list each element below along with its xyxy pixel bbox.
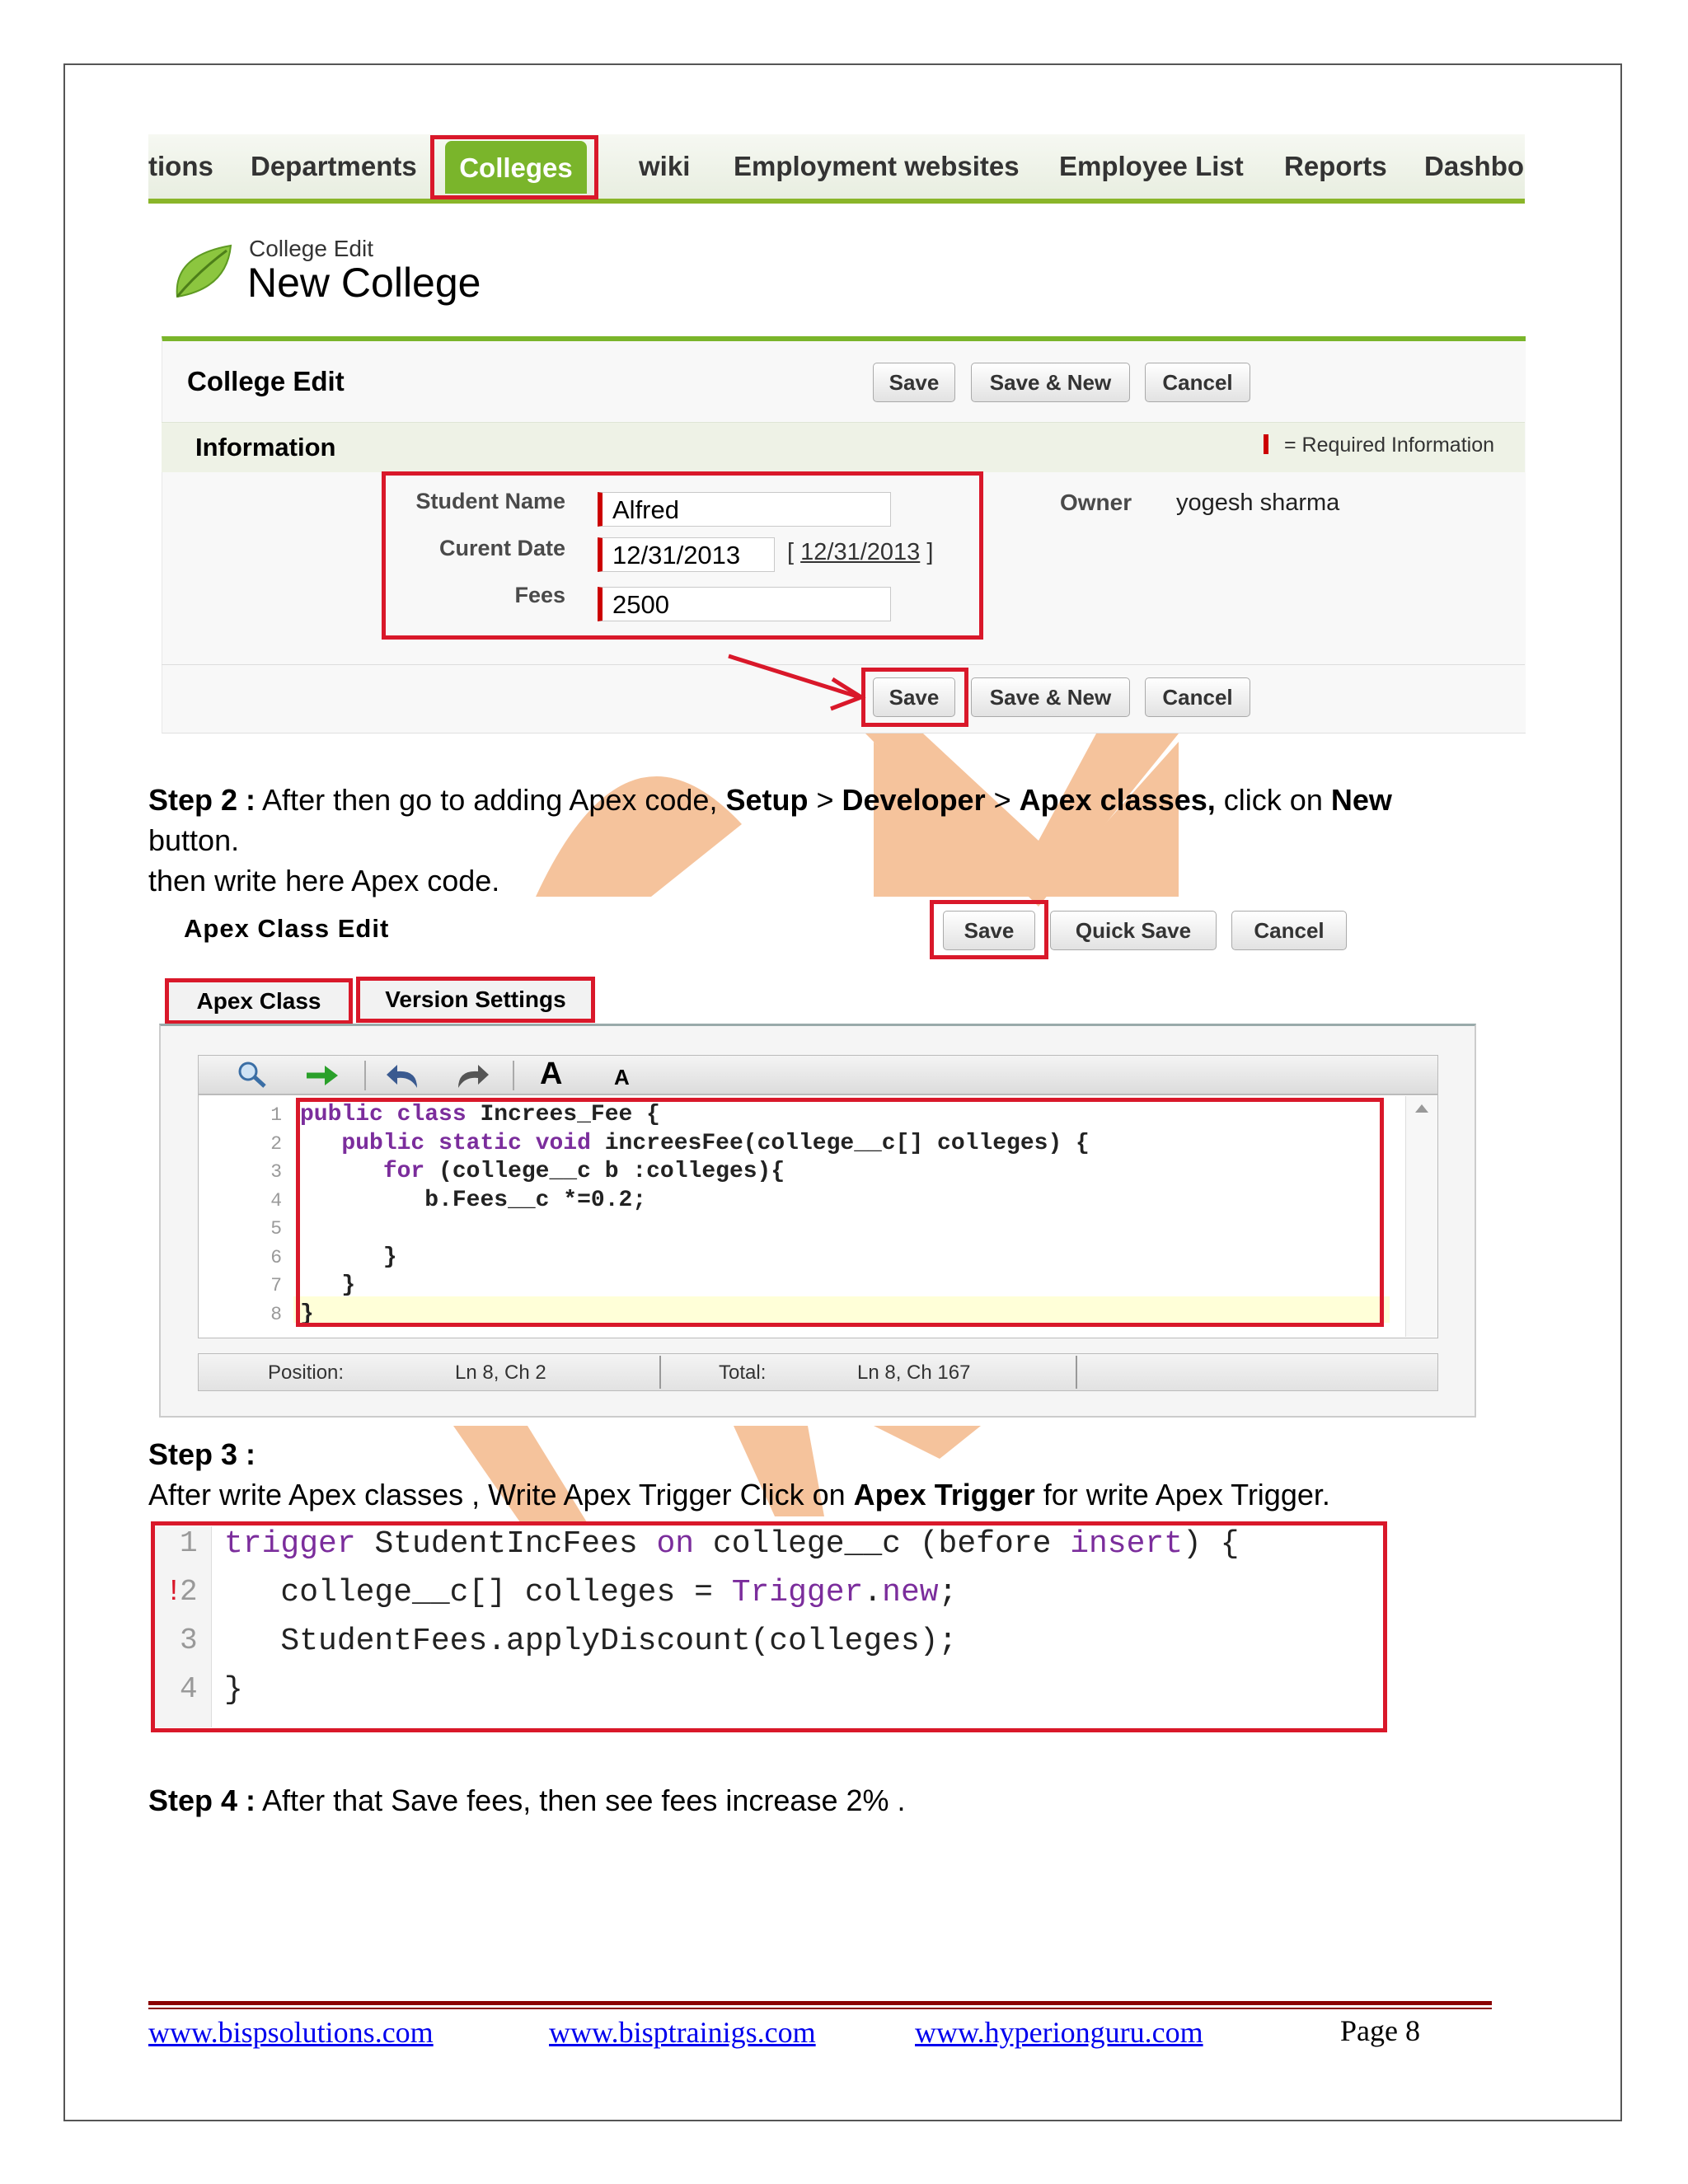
annotation-box-save: [861, 668, 968, 727]
quick-save-button[interactable]: Quick Save: [1050, 911, 1217, 950]
footer-rule-thin: [148, 2008, 1492, 2009]
redo-icon[interactable]: [452, 1060, 493, 1091]
page-number: Page 8: [1340, 2014, 1420, 2047]
total-value: Ln 8, Ch 167: [857, 1361, 971, 1384]
save-new-button-bottom[interactable]: Save & New: [971, 677, 1130, 717]
nav-tab-reports[interactable]: Reports: [1284, 151, 1387, 182]
code-line-number: 8: [270, 1303, 282, 1325]
required-marker: [1264, 434, 1268, 454]
annotation-box-colleges: [430, 135, 598, 199]
annotation-arrow: [728, 654, 866, 711]
cancel-button-top[interactable]: Cancel: [1145, 363, 1250, 402]
step4-paragraph: Step 4 : After that Save fees, then see …: [148, 1783, 906, 1817]
page-title: New College: [247, 260, 481, 306]
code-line-number: 6: [270, 1246, 282, 1268]
section-title: College Edit: [187, 366, 345, 396]
code-line-number: 3: [270, 1161, 282, 1183]
code-line-number: 7: [270, 1275, 282, 1296]
save-button-top[interactable]: Save: [873, 363, 955, 402]
font-increase-icon[interactable]: A: [540, 1057, 562, 1092]
required-info-text: = Required Information: [1284, 434, 1495, 457]
step2-paragraph: Step 2 : After then go to adding Apex co…: [148, 783, 1392, 898]
footer-link-bispsolutions[interactable]: www.bispsolutions.com: [148, 2015, 434, 2050]
annotation-box-apex-class-tab: [165, 978, 353, 1024]
editor-scrollbar[interactable]: [1405, 1096, 1437, 1337]
undo-icon[interactable]: [384, 1060, 425, 1091]
save-new-button-top[interactable]: Save & New: [971, 363, 1130, 402]
step3-label: Step 3 :: [148, 1437, 256, 1471]
annotation-box-code: [296, 1098, 1384, 1327]
code-line-number: 5: [270, 1218, 282, 1240]
nav-tab-wiki[interactable]: wiki: [639, 151, 690, 182]
scroll-up-icon[interactable]: [1406, 1096, 1437, 1121]
footer-link-bisptrainigs[interactable]: www.bisptrainigs.com: [549, 2015, 816, 2050]
nav-tab-employment-websites[interactable]: Employment websites: [734, 151, 1020, 182]
code-line-number: 2: [270, 1132, 282, 1155]
status-divider-2: [1076, 1356, 1077, 1389]
goto-arrow-icon[interactable]: [303, 1063, 341, 1088]
app-nav-tabs: tions Departments Colleges wiki Employme…: [148, 134, 1525, 204]
code-line-number: 4: [270, 1189, 282, 1212]
search-icon[interactable]: [235, 1060, 270, 1090]
annotation-box-apex-save: [930, 900, 1048, 959]
nav-tab-dashboards[interactable]: Dashbo: [1424, 151, 1524, 182]
code-line-number: 1: [270, 1104, 282, 1126]
apex-edit-title: Apex Class Edit: [184, 914, 390, 943]
editor-status-bar: [198, 1353, 1438, 1391]
owner-value: yogesh sharma: [1176, 490, 1340, 516]
owner-label: Owner: [1060, 490, 1132, 515]
annotation-box-fields: [382, 471, 983, 640]
step3-text: After write Apex classes , Write Apex Tr…: [148, 1478, 1330, 1511]
annotation-box-version-tab: [356, 977, 595, 1023]
position-value: Ln 8, Ch 2: [455, 1361, 546, 1384]
toolbar-divider-2: [513, 1061, 514, 1090]
apex-cancel-button[interactable]: Cancel: [1231, 911, 1347, 950]
font-decrease-icon[interactable]: A: [614, 1065, 630, 1090]
toolbar-divider: [364, 1061, 366, 1090]
leaf-icon: [176, 244, 232, 298]
position-label: Position:: [268, 1361, 345, 1384]
total-label: Total:: [719, 1361, 767, 1384]
nav-tab-tions[interactable]: tions: [148, 151, 213, 182]
annotation-box-trigger: [151, 1521, 1387, 1732]
nav-tab-employee-list[interactable]: Employee List: [1059, 151, 1244, 182]
nav-tab-departments[interactable]: Departments: [251, 151, 417, 182]
information-title: Information: [195, 433, 336, 462]
footer-link-hyperionguru[interactable]: www.hyperionguru.com: [915, 2015, 1203, 2050]
cancel-button-bottom[interactable]: Cancel: [1145, 677, 1250, 717]
status-divider: [659, 1356, 661, 1389]
footer-rule: [148, 2001, 1492, 2005]
